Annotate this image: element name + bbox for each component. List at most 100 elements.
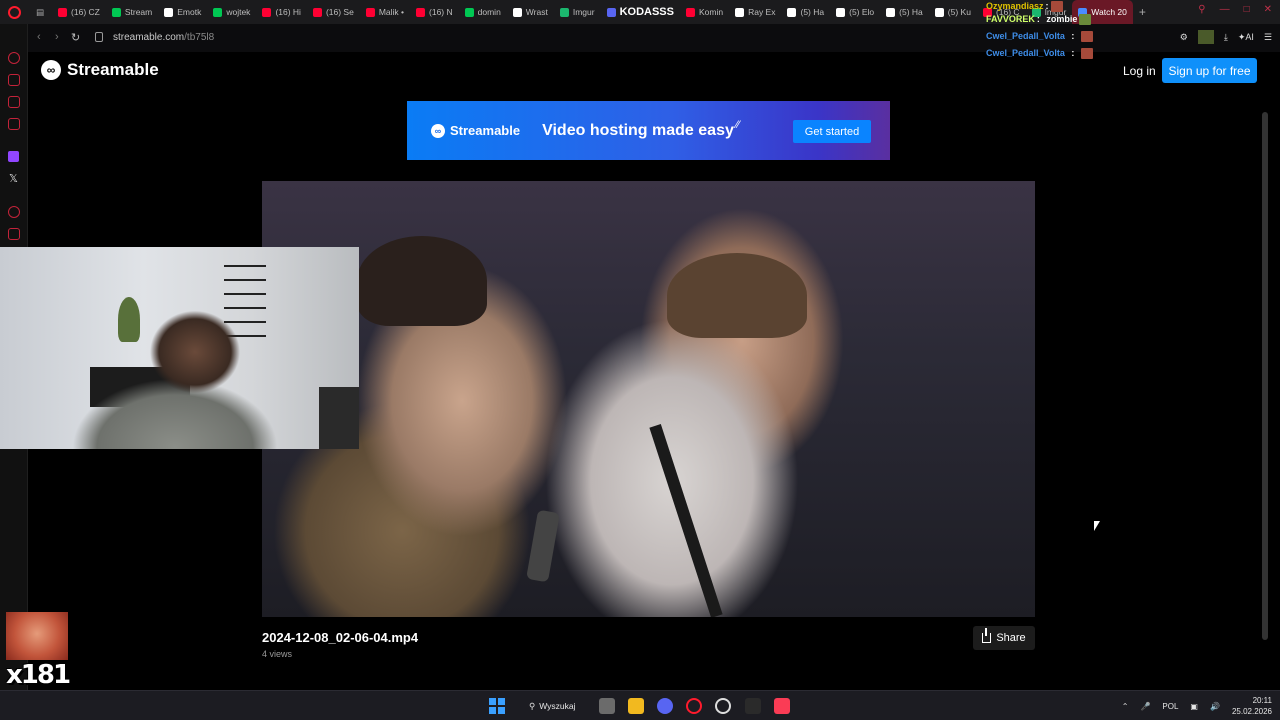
browser-tab[interactable]: (16) CZ	[52, 0, 106, 24]
task-view-icon[interactable]	[599, 698, 615, 714]
player-icon[interactable]	[8, 118, 20, 130]
tab-favicon-icon	[934, 7, 944, 17]
video-player[interactable]	[262, 181, 1035, 617]
page-scrollbar[interactable]	[1262, 112, 1268, 640]
browser-tab[interactable]: KODASSS	[601, 0, 680, 24]
ad-banner[interactable]: ∞ Streamable Video hosting made easy ⁄⁄ …	[407, 101, 890, 160]
browser-tab[interactable]: (16) Se	[307, 0, 360, 24]
chat-separator: :	[1036, 14, 1040, 24]
browser-tab[interactable]: Wrast	[507, 0, 554, 24]
tab-favicon-icon	[685, 7, 695, 17]
webcam-chair	[319, 387, 359, 449]
tab-favicon-icon	[312, 7, 322, 17]
tab-label: Stream	[124, 7, 153, 17]
browser-tab[interactable]: (5) Ha	[880, 0, 929, 24]
app-icon[interactable]	[745, 698, 761, 714]
share-icon	[982, 628, 992, 643]
tab-favicon-icon	[262, 7, 272, 17]
easy-setup-icon[interactable]: ☰	[1264, 32, 1272, 43]
network-icon[interactable]: ▣	[1190, 702, 1198, 711]
volume-icon[interactable]: 🔊	[1210, 702, 1220, 711]
login-link[interactable]: Log in	[1123, 64, 1156, 78]
taskbar-search[interactable]: ⚲ Wyszukaj	[523, 696, 583, 716]
obs-icon[interactable]	[715, 698, 731, 714]
search-tabs-icon[interactable]: ⚲	[1198, 4, 1205, 15]
tab-label: Watch 20	[1091, 7, 1127, 17]
streamable-logo[interactable]: ∞ Streamable	[41, 60, 159, 80]
opera-taskbar-icon[interactable]	[686, 698, 702, 714]
tab-label: Malik •	[378, 7, 405, 17]
video-title: 2024-12-08_02-06-04.mp4	[262, 630, 419, 645]
new-tab-button[interactable]: +	[1133, 5, 1152, 19]
tab-label: (16) Se	[325, 7, 354, 17]
workspaces-icon[interactable]: ▤	[28, 0, 52, 24]
tab-label: (5) Ha	[899, 7, 923, 17]
ai-label: AI	[1245, 31, 1254, 42]
video-frame-detail	[357, 236, 487, 326]
discord-icon[interactable]	[657, 698, 673, 714]
close-button[interactable]: ✕	[1264, 4, 1272, 15]
reload-icon[interactable]: ↻	[71, 31, 80, 44]
windows-taskbar: ⚲ Wyszukaj ⌃ 🎤 POL ▣ 🔊 20:11 25.02.2026	[0, 690, 1280, 720]
file-explorer-icon[interactable]	[628, 698, 644, 714]
browser-tab[interactable]: Emotk	[158, 0, 207, 24]
browser-tab[interactable]: Komin	[680, 0, 729, 24]
chat-emote	[1050, 1, 1063, 12]
browser-tab[interactable]: Ray Ex	[729, 0, 781, 24]
chat-username: Cwel_Pedall_Volta	[986, 48, 1065, 58]
download-icon[interactable]: ⤓	[1224, 32, 1228, 43]
tab-label: (5) Ku	[947, 7, 971, 17]
clock[interactable]: 20:11 25.02.2026	[1232, 695, 1272, 717]
clock-date: 25.02.2026	[1231, 707, 1272, 716]
tab-favicon-icon	[416, 7, 426, 17]
browser-tab[interactable]: Stream	[106, 0, 158, 24]
chat-message: Cwel_Pedall_Volta :	[986, 30, 1096, 43]
chevron-up-icon[interactable]: ⌃	[1122, 702, 1129, 711]
tab-favicon-icon	[606, 7, 616, 17]
minimize-button[interactable]: —	[1220, 4, 1230, 15]
tab-label: (5) Ha	[800, 7, 825, 17]
browser-tab[interactable]: (5) Elo	[830, 0, 880, 24]
browser-tab[interactable]: wojtek	[207, 0, 256, 24]
ai-button[interactable]: ✦AI	[1238, 32, 1254, 43]
tab-label: Ray Ex	[748, 7, 776, 17]
extensions-icon[interactable]: ⚙	[1180, 32, 1188, 43]
forward-icon[interactable]: ›	[55, 31, 59, 43]
tab-favicon-icon	[735, 7, 745, 17]
language-indicator[interactable]: POL	[1162, 702, 1178, 711]
chat-username: FAVVOREK	[986, 14, 1035, 24]
browser-tab[interactable]: Malik •	[360, 0, 410, 24]
browser-tab[interactable]: Imgur	[554, 0, 601, 24]
profile-thumbnail[interactable]	[1197, 30, 1214, 44]
tab-favicon-icon	[365, 7, 375, 17]
microphone-icon[interactable]: 🎤	[1140, 702, 1150, 711]
browser-tab[interactable]: (16) Hi	[256, 0, 307, 24]
browser-tab[interactable]: domin	[459, 0, 507, 24]
browser-tab[interactable]: (16) N	[410, 0, 459, 24]
music-icon[interactable]	[774, 698, 790, 714]
browser-tab[interactable]: (5) Ha	[781, 0, 830, 24]
video-frame-detail	[667, 253, 807, 338]
back-icon[interactable]: ‹	[37, 31, 41, 43]
tab-label: (16) N	[429, 7, 453, 17]
address-bar-actions: ⚙ ⤓ ✦AI ☰	[1180, 30, 1272, 44]
twitch-icon[interactable]	[8, 151, 19, 162]
messenger-icon[interactable]	[8, 96, 20, 108]
pin-icon[interactable]	[8, 228, 20, 240]
tab-label: Emotk	[177, 7, 202, 17]
share-button[interactable]: Share	[973, 626, 1035, 650]
aria-icon[interactable]	[8, 52, 20, 64]
x-icon[interactable]: 𝕏	[9, 172, 18, 185]
history-icon[interactable]	[8, 206, 20, 218]
maximize-button[interactable]: □	[1244, 4, 1250, 15]
chat-emote	[1080, 48, 1093, 59]
start-button[interactable]	[489, 698, 505, 714]
browser-tab[interactable]: (5) Ku	[929, 0, 977, 24]
clock-time: 20:11	[1252, 696, 1272, 705]
bag-icon[interactable]	[8, 74, 20, 86]
opera-menu-button[interactable]	[0, 0, 28, 24]
system-tray: ⌃ 🎤 POL ▣ 🔊 20:11 25.02.2026	[1122, 695, 1272, 717]
signup-button[interactable]: Sign up for free	[1162, 58, 1257, 83]
get-started-button[interactable]: Get started	[793, 120, 871, 143]
url-field[interactable]: streamable.com/tb75l8	[113, 32, 214, 43]
